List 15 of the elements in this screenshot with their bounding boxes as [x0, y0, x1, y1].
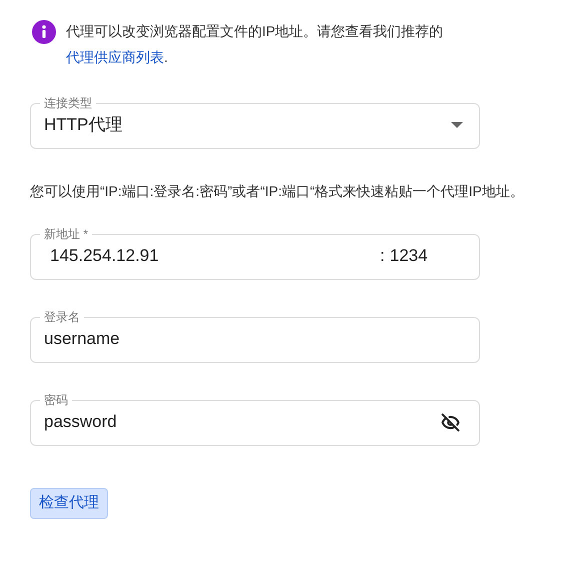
address-field[interactable]: 新地址 * 145.254.12.91 : 1234	[30, 227, 480, 280]
field-label: 连接类型	[43, 96, 93, 110]
eye-slash-icon[interactable]	[441, 412, 460, 432]
info-message: 代理可以改变浏览器配置文件的IP地址。请您查看我们推荐的 代理供应商列表.	[66, 22, 444, 67]
paste-hint: 您可以使用“IP:端口:登录名:密码”或者“IP:端口“格式来快速粘贴一个代理IP地址。	[30, 182, 525, 201]
field-label: 新地址 *	[43, 227, 90, 241]
connection-type-select[interactable]: 连接类型 HTTP代理	[30, 96, 480, 149]
info-icon	[32, 20, 56, 44]
caret-icon	[451, 122, 463, 128]
field-label: 密码	[43, 393, 69, 407]
provider-list-link[interactable]: 代理供应商列表	[66, 49, 164, 65]
login-field[interactable]: 登录名 username	[30, 310, 480, 363]
password-field[interactable]: 密码 password	[30, 393, 480, 446]
field-label: 登录名	[43, 310, 81, 324]
check-proxy-button[interactable]: 检查代理	[30, 488, 108, 519]
